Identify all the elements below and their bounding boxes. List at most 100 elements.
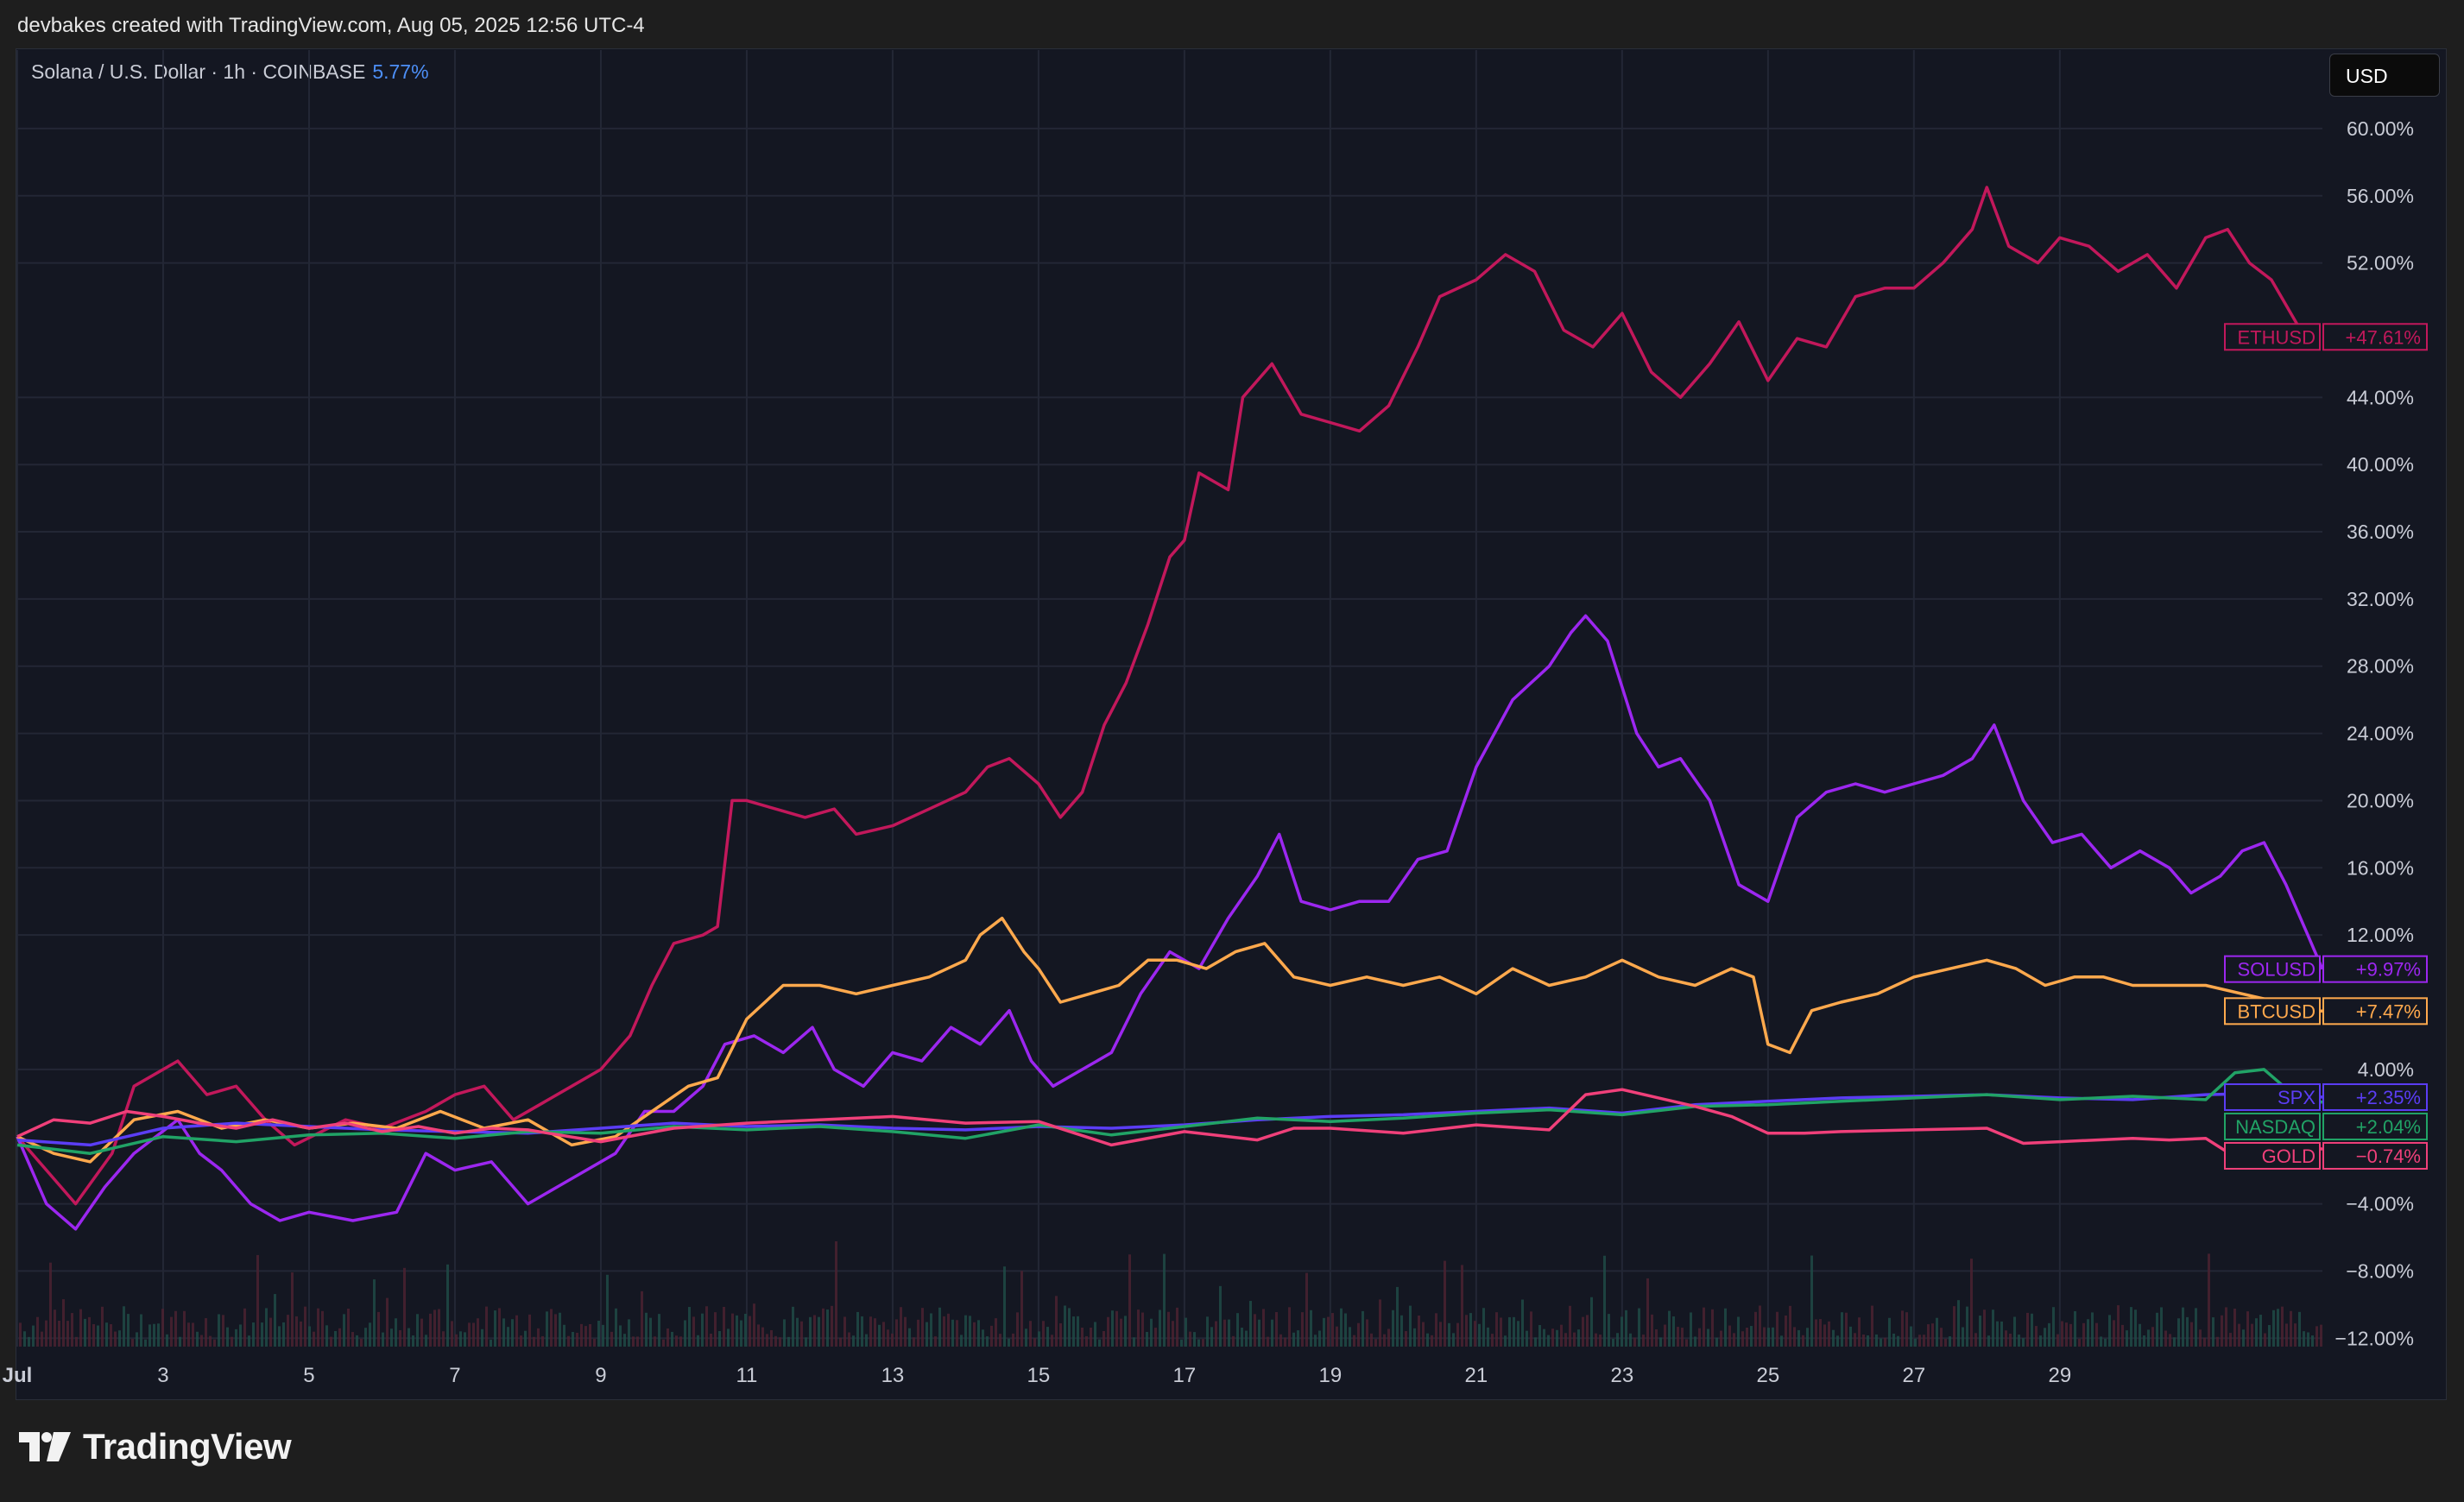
volume-bar [174,1310,177,1347]
series-name-label: SPX [2278,1087,2316,1108]
volume-bar [1210,1327,1213,1347]
y-tick-label: 28.00% [2347,655,2414,678]
volume-bar [800,1321,803,1347]
volume-bar [2199,1329,2202,1347]
volume-bar [1197,1339,1200,1347]
volume-bar [1785,1315,1787,1347]
tradingview-logo: TradingView [19,1426,292,1467]
volume-bar [1737,1316,1740,1347]
volume-bar [921,1308,924,1347]
volume-bar [1046,1327,1049,1347]
volume-bar [723,1307,725,1347]
volume-bar [390,1328,393,1347]
volume-bar [878,1324,881,1347]
volume-bar [602,1324,604,1347]
volume-bar [1616,1333,1619,1347]
volume-bar [843,1316,846,1347]
volume-bar [1905,1312,1908,1347]
series-change-label: +7.47% [2356,1000,2421,1022]
volume-bar [1232,1335,1235,1347]
volume-bar [205,1318,207,1347]
volume-bar [1431,1335,1433,1347]
volume-bar [930,1313,932,1347]
volume-bar [1664,1324,1666,1347]
volume-bar [399,1329,401,1347]
volume-bar [818,1316,820,1347]
volume-bar [1236,1313,1239,1347]
volume-bar [274,1294,276,1347]
volume-bar [1962,1327,1964,1347]
volume-bar [1124,1316,1127,1347]
volume-bar [1383,1334,1386,1347]
volume-bar [1439,1322,1442,1347]
volume-bar [1703,1307,1705,1347]
series-change-label: +2.04% [2356,1116,2421,1138]
volume-bar [1474,1321,1476,1347]
volume-bar [317,1308,319,1347]
volume-bar [1504,1335,1507,1347]
volume-bar [1815,1319,1817,1347]
volume-bar [1858,1317,1861,1347]
x-tick-label: 15 [1027,1364,1051,1387]
volume-bar [705,1306,708,1347]
volume-bar [377,1311,380,1347]
volume-bar [1880,1338,1882,1347]
volume-bar [433,1310,436,1347]
volume-bar [2022,1338,2025,1347]
volume-bar [459,1331,462,1347]
volume-bar [2277,1309,2279,1347]
volume-bar [1128,1254,1131,1347]
series-name-label: GOLD [2262,1145,2316,1167]
series-name-label: SOLUSD [2238,959,2316,981]
volume-bar [1746,1327,1748,1347]
volume-bar [136,1332,138,1347]
volume-bar [1810,1255,1813,1347]
volume-bar [1590,1297,1593,1347]
volume-bar [636,1336,639,1347]
volume-bar [1633,1337,1636,1347]
volume-bar [213,1339,216,1347]
volume-bar [1685,1339,1688,1347]
volume-bar [749,1316,751,1347]
volume-bar [1176,1307,1178,1347]
volume-bar [1901,1310,1904,1347]
volume-bar [934,1336,937,1347]
volume-bar [679,1336,682,1347]
volume-bar [1551,1328,1554,1347]
volume-bar [822,1308,824,1347]
volume-bar [546,1311,548,1347]
volume-bar [1310,1310,1312,1347]
volume-bar [1992,1310,1994,1347]
volume-bar [684,1320,686,1347]
volume-bar [900,1307,902,1347]
volume-bar [615,1308,617,1347]
volume-bar [58,1320,60,1347]
volume-bar [770,1329,773,1347]
volume-bar [1107,1316,1109,1347]
volume-bar [1910,1326,1912,1347]
volume-bar [196,1331,199,1347]
volume-bar [71,1313,73,1347]
series-name-label: ETHUSD [2238,326,2316,348]
volume-bar [1931,1323,1934,1347]
comparison-chart[interactable]: 60.00% 56.00% 52.00% 44.00% 40.00% 36.00% 32.0… [0,0,2464,1502]
volume-bar [2177,1318,2180,1347]
volume-bar [490,1339,492,1347]
volume-bar [429,1313,432,1347]
volume-bar [62,1299,65,1347]
series-name-label: BTCUSD [2238,1000,2316,1022]
volume-bar [416,1314,419,1347]
volume-bar [200,1335,203,1347]
volume-bar [1841,1312,1843,1347]
volume-bar [45,1320,47,1347]
volume-bar [1603,1255,1606,1347]
volume-bar [757,1324,760,1347]
volume-bar [537,1328,540,1347]
x-tick-label: 11 [736,1364,757,1387]
volume-bar [1573,1332,1576,1347]
volume-bar [2216,1336,2219,1347]
volume-bar [369,1322,371,1347]
volume-bar [502,1318,505,1347]
volume-bar [787,1336,790,1347]
volume-bar [1659,1337,1662,1347]
